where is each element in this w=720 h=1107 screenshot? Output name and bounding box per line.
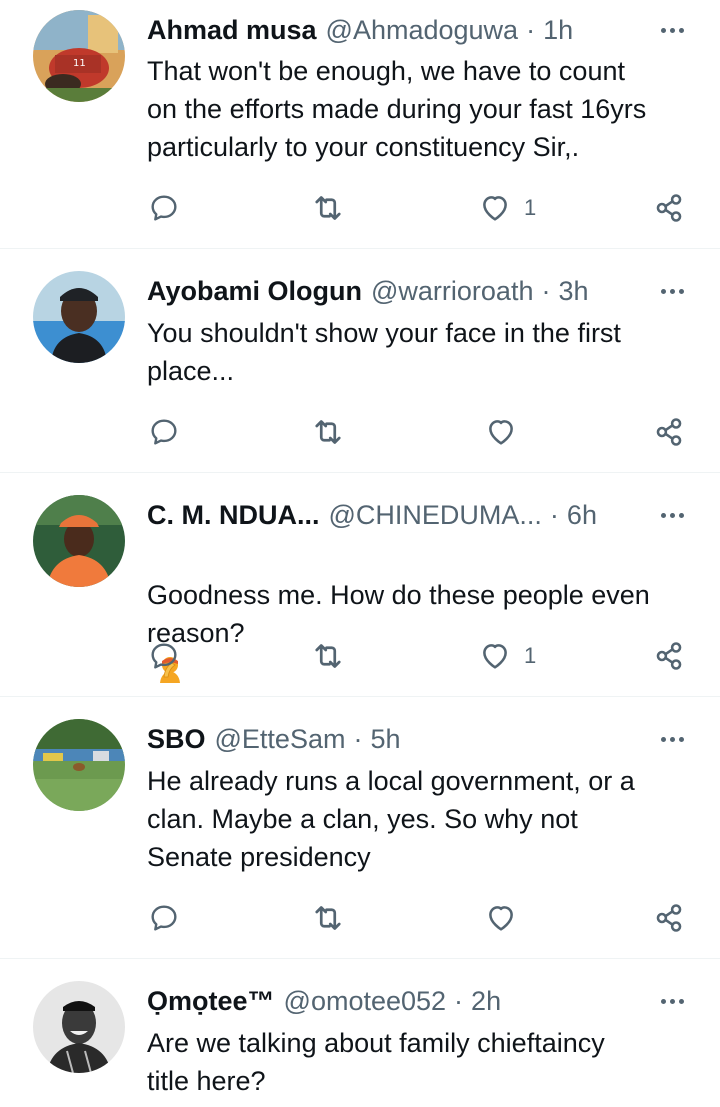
separator-dot: · (353, 724, 363, 754)
heart-icon (489, 420, 513, 445)
separator-dot: · (526, 15, 536, 45)
heart-icon (483, 644, 507, 669)
share-icon (656, 418, 682, 446)
separator-dot: · (541, 276, 551, 306)
reply-item[interactable]: SBO @EtteSam · 5h He already runs a loca… (0, 697, 720, 959)
like-button[interactable]: 1 (478, 636, 536, 676)
reply-item[interactable]: Ayobami Ologun @warrioroath · 3h You sho… (0, 249, 720, 473)
avatar[interactable] (33, 495, 125, 587)
reply-text: He already runs a local government, or a… (147, 766, 635, 872)
more-options-icon[interactable] (654, 505, 690, 525)
separator-dot: · (549, 500, 559, 530)
like-button[interactable]: 1 (478, 188, 536, 228)
author-handle[interactable]: @Ahmadoguwa (326, 13, 519, 47)
retweet-button[interactable] (310, 412, 346, 452)
like-button[interactable] (484, 412, 530, 452)
reply-text: That won't be enough, we have to count o… (147, 56, 647, 162)
retweet-button[interactable] (310, 636, 346, 676)
like-count: 1 (524, 643, 537, 668)
action-bar (0, 898, 720, 938)
share-icon (656, 194, 682, 222)
svg-text:11: 11 (73, 58, 86, 69)
heart-icon (489, 906, 513, 931)
avatar[interactable] (33, 981, 125, 1073)
timestamp[interactable]: 6h (567, 498, 597, 532)
author-handle[interactable]: @omotee052 (284, 984, 447, 1018)
retweet-icon (315, 196, 341, 220)
reply-item[interactable]: C. M. NDUA... @CHINEDUMA... · 6h Goodnes… (0, 473, 720, 697)
separator-dot: · (454, 986, 464, 1016)
reply-button[interactable] (148, 188, 180, 228)
more-options-icon[interactable] (654, 281, 690, 301)
author-name[interactable]: SBO (147, 722, 206, 756)
share-icon (656, 904, 682, 932)
more-options-icon[interactable] (654, 991, 690, 1011)
reply-button[interactable] (148, 636, 180, 676)
timestamp[interactable]: 2h (471, 984, 501, 1018)
author-handle[interactable]: @warrioroath (371, 274, 533, 308)
reply-text: Are we talking about family chieftaincy … (147, 1028, 605, 1096)
author-handle[interactable]: @EtteSam (215, 722, 346, 756)
avatar[interactable] (33, 719, 125, 811)
reply-icon (151, 419, 177, 445)
avatar[interactable] (33, 271, 125, 363)
share-icon (656, 642, 682, 670)
action-bar (0, 412, 720, 452)
retweet-icon (315, 644, 341, 668)
reply-item[interactable]: Ọmọtee™ @omotee052 · 2h Are we talking a… (0, 959, 720, 1107)
heart-icon (483, 196, 507, 221)
reply-button[interactable] (148, 898, 180, 938)
action-bar: 1 (0, 188, 720, 228)
more-options-icon[interactable] (654, 20, 690, 40)
author-name[interactable]: Ọmọtee™ (147, 984, 275, 1018)
author-handle[interactable]: @CHINEDUMA... (329, 498, 542, 532)
like-count: 1 (524, 195, 537, 220)
retweet-icon (315, 420, 341, 444)
reply-item[interactable]: 11 Ahmad musa @Ahmadoguwa · 1h That won'… (0, 0, 720, 249)
reply-icon (151, 643, 177, 669)
share-button[interactable] (652, 898, 686, 938)
like-button[interactable] (484, 898, 530, 938)
share-button[interactable] (652, 412, 686, 452)
reply-button[interactable] (148, 412, 180, 452)
timestamp[interactable]: 3h (558, 274, 588, 308)
reply-text: You shouldn't show your face in the firs… (147, 318, 621, 386)
author-name[interactable]: Ayobami Ologun (147, 274, 362, 308)
author-name[interactable]: C. M. NDUA... (147, 498, 320, 532)
retweet-button[interactable] (310, 898, 346, 938)
retweet-icon (315, 906, 341, 930)
more-options-icon[interactable] (654, 729, 690, 749)
share-button[interactable] (652, 636, 686, 676)
reply-icon (151, 195, 177, 221)
share-button[interactable] (652, 188, 686, 228)
reply-icon (151, 905, 177, 931)
action-bar: 1 (0, 636, 720, 676)
timestamp[interactable]: 5h (370, 722, 400, 756)
author-name[interactable]: Ahmad musa (147, 13, 317, 47)
retweet-button[interactable] (310, 188, 346, 228)
avatar[interactable]: 11 (33, 10, 125, 102)
timestamp[interactable]: 1h (543, 13, 573, 47)
